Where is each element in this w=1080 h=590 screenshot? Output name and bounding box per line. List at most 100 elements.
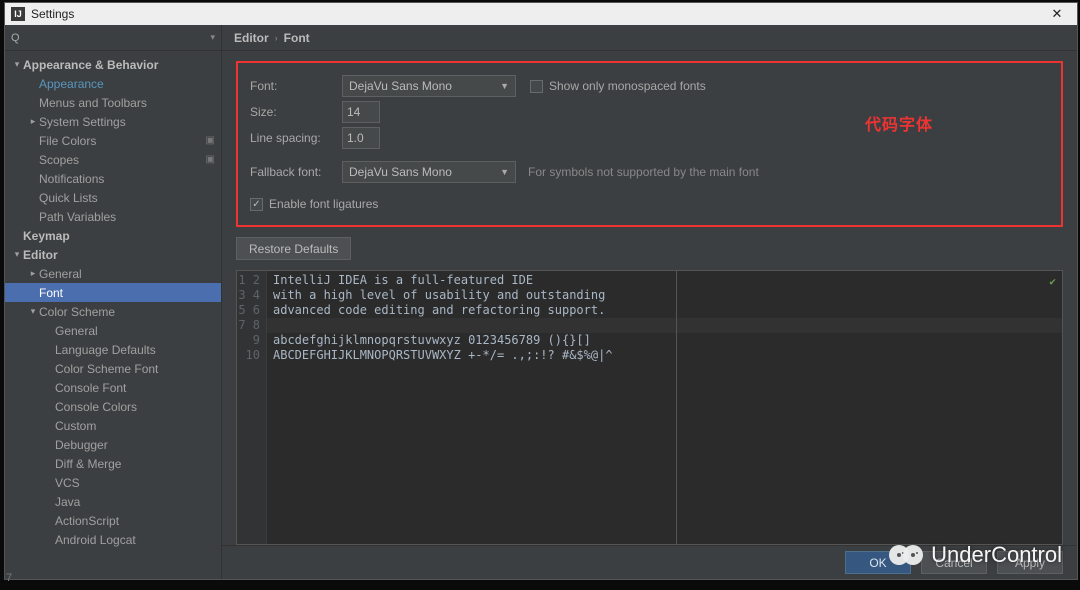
- sidebar-item[interactable]: Console Colors: [5, 397, 221, 416]
- font-preview[interactable]: 1 2 3 4 5 6 7 8 9 10 IntelliJ IDEA is a …: [236, 270, 1063, 545]
- show-monospaced-checkbox[interactable]: Show only monospaced fonts: [530, 79, 706, 93]
- sidebar-item-label: Appearance: [39, 77, 104, 91]
- sidebar-item[interactable]: Notifications: [5, 169, 221, 188]
- sidebar-item[interactable]: Console Font: [5, 378, 221, 397]
- ok-button[interactable]: OK: [845, 551, 911, 574]
- sidebar-item-label: Scopes: [39, 153, 79, 167]
- sidebar-item-label: Console Font: [55, 381, 126, 395]
- fallback-hint: For symbols not supported by the main fo…: [528, 165, 759, 179]
- sidebar-item-label: Notifications: [39, 172, 104, 186]
- titlebar: IJ Settings ✕: [5, 3, 1077, 25]
- sidebar-item[interactable]: Language Defaults: [5, 340, 221, 359]
- project-scope-icon: ▣: [206, 154, 215, 165]
- fallback-combo-value: DejaVu Sans Mono: [349, 165, 452, 179]
- sidebar-item-label: System Settings: [39, 115, 126, 129]
- sidebar-item-label: Language Defaults: [55, 343, 156, 357]
- sidebar-item[interactable]: ▾Appearance & Behavior: [5, 55, 221, 74]
- search-input[interactable]: [24, 31, 211, 45]
- sidebar-item-label: ActionScript: [55, 514, 119, 528]
- sidebar-item[interactable]: Java: [5, 492, 221, 511]
- sidebar-item[interactable]: ▾Color Scheme: [5, 302, 221, 321]
- chevron-right-icon: ▸: [27, 116, 39, 127]
- sidebar-item[interactable]: Custom: [5, 416, 221, 435]
- settings-window: IJ Settings ✕ Q ▾ ▾Appearance & Behavior…: [4, 2, 1078, 580]
- sidebar-item-label: Appearance & Behavior: [23, 58, 158, 72]
- spacing-input[interactable]: 1.0: [342, 127, 380, 149]
- sidebar-item[interactable]: Font: [5, 283, 221, 302]
- sidebar-item-label: Font: [39, 286, 63, 300]
- font-combo-value: DejaVu Sans Mono: [349, 79, 452, 93]
- sidebar-item[interactable]: VCS: [5, 473, 221, 492]
- sidebar-item-label: General: [39, 267, 82, 281]
- annotation-box: 代码字体 Font: DejaVu Sans Mono ▼ Show only …: [236, 61, 1063, 227]
- sidebar-item[interactable]: Quick Lists: [5, 188, 221, 207]
- sidebar-item[interactable]: ▸General: [5, 264, 221, 283]
- breadcrumb-leaf: Font: [284, 31, 310, 45]
- checkbox-box: [530, 80, 543, 93]
- font-combo[interactable]: DejaVu Sans Mono ▼: [342, 75, 516, 97]
- chevron-down-icon: ▼: [500, 167, 509, 177]
- sidebar-item[interactable]: Android Logcat: [5, 530, 221, 549]
- sidebar-item[interactable]: ▾Editor: [5, 245, 221, 264]
- fallback-label: Fallback font:: [250, 165, 342, 179]
- chevron-down-icon: ▾: [27, 306, 39, 317]
- breadcrumb: Editor › Font: [222, 25, 1077, 51]
- size-input[interactable]: 14: [342, 101, 380, 123]
- sidebar-item[interactable]: File Colors ▣: [5, 131, 221, 150]
- chevron-down-icon: ▾: [11, 59, 23, 70]
- checkbox-box: ✓: [250, 198, 263, 211]
- sidebar-item[interactable]: ActionScript: [5, 511, 221, 530]
- show-monospaced-label: Show only monospaced fonts: [549, 79, 706, 93]
- sidebar: Q ▾ ▾Appearance & BehaviorAppearanceMenu…: [5, 25, 222, 579]
- sidebar-item[interactable]: Color Scheme Font: [5, 359, 221, 378]
- sidebar-item[interactable]: Diff & Merge: [5, 454, 221, 473]
- sidebar-item-label: Console Colors: [55, 400, 137, 414]
- sidebar-item[interactable]: Menus and Toolbars: [5, 93, 221, 112]
- sidebar-item-label: Diff & Merge: [55, 457, 121, 471]
- chevron-down-icon: ▾: [11, 249, 23, 260]
- preview-code: IntelliJ IDEA is a full-featured IDE wit…: [267, 271, 1062, 423]
- cancel-button[interactable]: Cancel: [921, 551, 987, 574]
- annotation-callout: 代码字体: [865, 111, 933, 135]
- sidebar-item-label: Keymap: [23, 229, 70, 243]
- sidebar-item[interactable]: General: [5, 321, 221, 340]
- dialog-footer: OK Cancel Apply: [222, 545, 1077, 579]
- status-bar: 7: [6, 572, 12, 590]
- sidebar-item[interactable]: Appearance: [5, 74, 221, 93]
- sidebar-item-label: General: [55, 324, 98, 338]
- main-panel: Editor › Font 代码字体 Font: DejaVu Sans Mon…: [222, 25, 1077, 579]
- close-icon[interactable]: ✕: [1043, 6, 1071, 22]
- breadcrumb-root[interactable]: Editor: [234, 31, 269, 45]
- search-history-icon[interactable]: ▾: [210, 32, 215, 43]
- sidebar-item[interactable]: Debugger: [5, 435, 221, 454]
- sidebar-item-label: Debugger: [55, 438, 108, 452]
- sidebar-item-label: VCS: [55, 476, 80, 490]
- ligatures-checkbox[interactable]: ✓ Enable font ligatures: [250, 197, 378, 211]
- sidebar-item-label: File Colors: [39, 134, 96, 148]
- window-title: Settings: [31, 7, 74, 21]
- sidebar-item-label: Editor: [23, 248, 58, 262]
- sidebar-item[interactable]: Scopes ▣: [5, 150, 221, 169]
- settings-tree[interactable]: ▾Appearance & BehaviorAppearanceMenus an…: [5, 51, 221, 579]
- search-bar[interactable]: Q ▾: [5, 25, 221, 51]
- sidebar-item-label: Quick Lists: [39, 191, 98, 205]
- sidebar-item-label: Java: [55, 495, 80, 509]
- restore-defaults-button[interactable]: Restore Defaults: [236, 237, 351, 260]
- chevron-right-icon: ▸: [27, 268, 39, 279]
- font-label: Font:: [250, 79, 342, 93]
- search-icon: Q: [11, 32, 20, 44]
- sidebar-item-label: Color Scheme Font: [55, 362, 158, 376]
- spacing-label: Line spacing:: [250, 131, 342, 145]
- sidebar-item-label: Android Logcat: [55, 533, 136, 547]
- fallback-combo[interactable]: DejaVu Sans Mono ▼: [342, 161, 516, 183]
- ligatures-label: Enable font ligatures: [269, 197, 378, 211]
- apply-button[interactable]: Apply: [997, 551, 1063, 574]
- project-scope-icon: ▣: [206, 135, 215, 146]
- sidebar-item[interactable]: Path Variables: [5, 207, 221, 226]
- chevron-down-icon: ▼: [500, 81, 509, 91]
- sidebar-item[interactable]: Keymap: [5, 226, 221, 245]
- inspection-ok-icon: ✔: [1049, 275, 1056, 288]
- size-label: Size:: [250, 105, 342, 119]
- sidebar-item-label: Custom: [55, 419, 96, 433]
- sidebar-item[interactable]: ▸System Settings: [5, 112, 221, 131]
